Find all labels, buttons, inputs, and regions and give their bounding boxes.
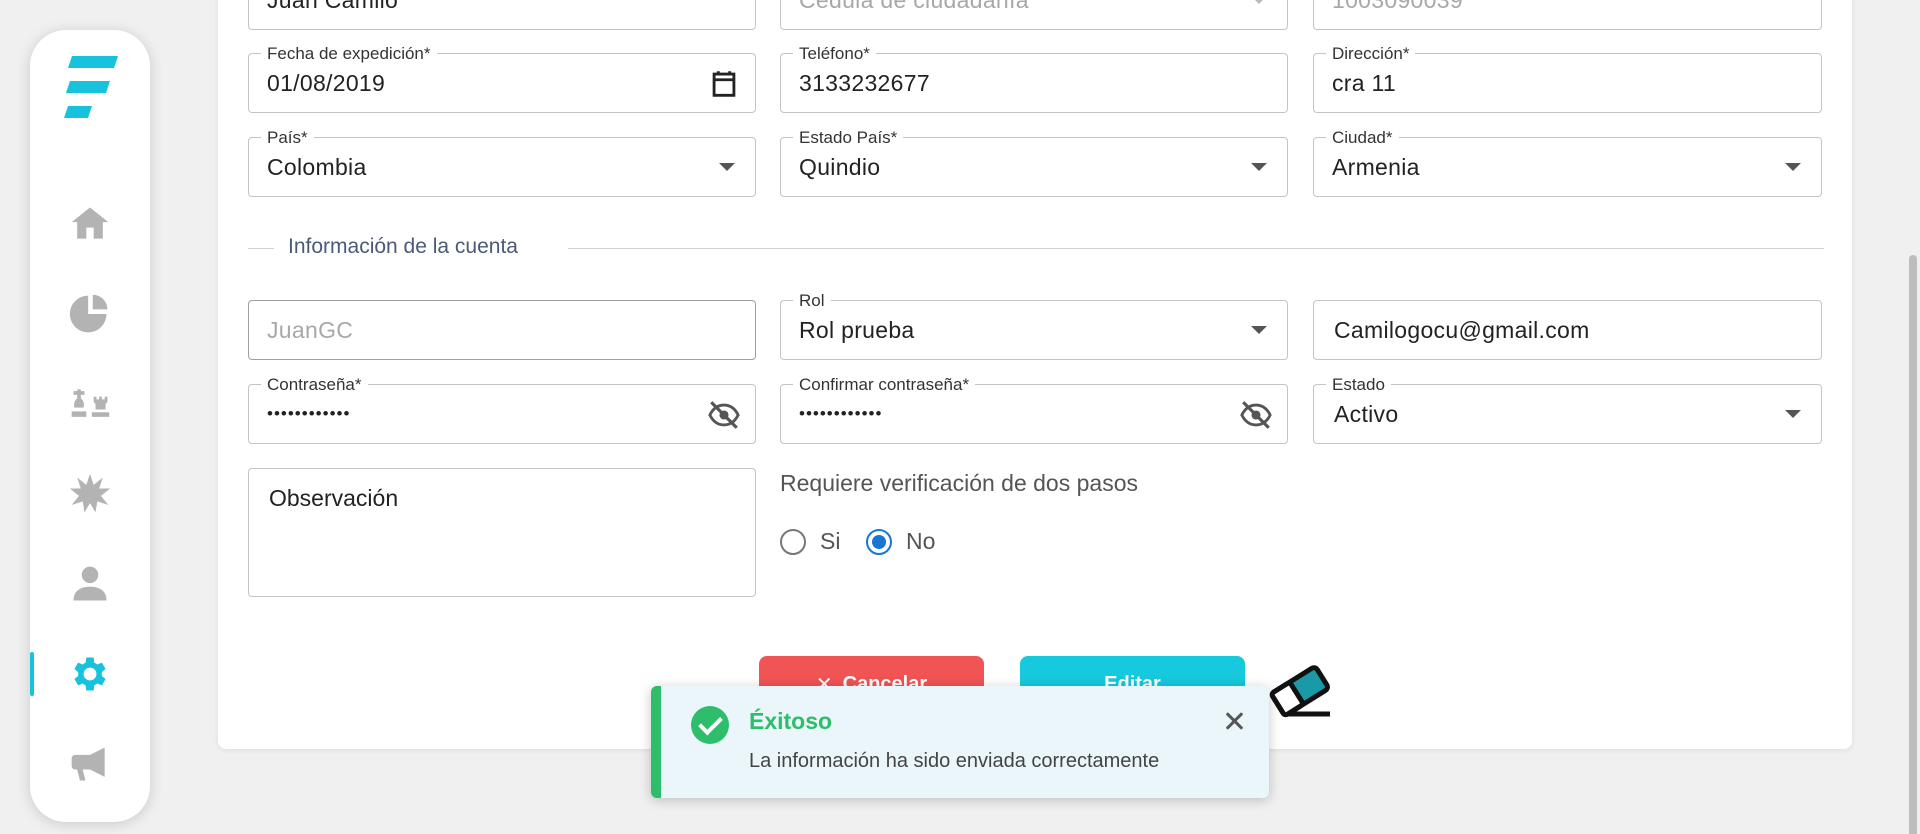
divider [568, 248, 1824, 249]
chevron-down-icon [717, 138, 737, 196]
sidebar-item-games[interactable] [30, 374, 150, 434]
name-value: Juan Camilo [267, 0, 399, 13]
success-toast: Éxitoso La información ha sido enviada c… [651, 686, 1269, 798]
confirm-password-field[interactable]: Confirmar contraseña* •••••••••••• [780, 375, 1288, 444]
sidebar-item-announcements[interactable] [30, 734, 150, 794]
fecha-expedicion-value: 01/08/2019 [267, 70, 386, 96]
direccion-value: cra 11 [1332, 70, 1397, 96]
starburst-icon [69, 473, 111, 513]
eye-off-icon[interactable] [1239, 398, 1273, 432]
observacion-textarea[interactable]: Observación [248, 468, 756, 597]
eye-off-icon[interactable] [707, 398, 741, 432]
rol-value: Rol prueba [799, 317, 915, 343]
eraser-icon[interactable] [1266, 664, 1334, 718]
estado-value: Activo [1334, 401, 1399, 427]
sidebar-item-users[interactable] [30, 554, 150, 614]
estado-select[interactable]: Estado Activo [1313, 375, 1822, 444]
radio-si-label: Si [820, 528, 841, 554]
sidebar-item-home[interactable] [30, 194, 150, 254]
logo-icon [64, 56, 118, 118]
radio-circle [780, 528, 806, 555]
ciudad-select[interactable]: Ciudad* Armenia [1313, 128, 1822, 197]
sidebar-item-promotions[interactable] [30, 464, 150, 524]
chevron-down-icon [1783, 385, 1803, 443]
close-icon[interactable] [1221, 708, 1247, 734]
telefono-field[interactable]: Teléfono* 3133232677 [780, 44, 1288, 113]
usuario-field[interactable]: JuanGC [248, 300, 756, 360]
scrollbar-thumb[interactable] [1909, 255, 1917, 834]
megaphone-icon [71, 747, 105, 781]
confirm-password-value: •••••••••••• [799, 404, 883, 423]
doc-number-field[interactable]: 1003090039 [1313, 0, 1822, 30]
doc-type-select[interactable]: Cédula de ciudadanía [780, 0, 1288, 30]
password-field[interactable]: Contraseña* •••••••••••• [248, 375, 756, 444]
toast-message: La información ha sido enviada correctam… [749, 750, 1160, 772]
estado-pais-value: Quindio [799, 154, 881, 180]
calendar-icon[interactable] [707, 67, 741, 101]
ciudad-value: Armenia [1332, 154, 1420, 180]
telefono-value: 3133232677 [799, 70, 930, 96]
two-step-question: Requiere verificación de dos pasos [780, 470, 1138, 496]
person-icon [73, 566, 107, 601]
sidebar [30, 30, 150, 822]
usuario-value: JuanGC [267, 317, 354, 343]
section-account-info: Información de la cuenta [248, 232, 1824, 262]
pais-select[interactable]: País* Colombia [248, 128, 756, 197]
home-icon [71, 207, 109, 239]
radio-no[interactable]: No [866, 528, 935, 555]
section-title: Información de la cuenta [288, 235, 518, 258]
pie-chart-icon [69, 294, 108, 333]
fecha-expedicion-field[interactable]: Fecha de expedición* 01/08/2019 [248, 44, 756, 113]
sidebar-item-dashboard[interactable] [30, 284, 150, 344]
doc-type-value: Cédula de ciudadanía [799, 0, 1029, 13]
pais-value: Colombia [267, 154, 367, 180]
chess-icon [71, 389, 110, 417]
email-value: Camilogocu@gmail.com [1334, 317, 1590, 343]
estado-pais-select[interactable]: Estado País* Quindio [780, 128, 1288, 197]
divider [248, 248, 274, 249]
radio-si[interactable]: Si [780, 528, 840, 555]
password-value: •••••••••••• [267, 404, 351, 423]
gear-icon [74, 657, 106, 691]
chevron-down-icon [1249, 138, 1269, 196]
chevron-down-icon [1783, 138, 1803, 196]
check-circle-icon [691, 706, 729, 744]
radio-circle-selected [866, 528, 892, 555]
radio-no-label: No [906, 528, 936, 554]
direccion-field[interactable]: Dirección* cra 11 [1313, 44, 1822, 113]
rol-select[interactable]: Rol Rol prueba [780, 291, 1288, 360]
scrollbar[interactable] [1904, 0, 1920, 834]
chevron-down-icon [1249, 301, 1269, 359]
name-field[interactable]: Juan Camilo [248, 0, 756, 30]
doc-number-value: 1003090039 [1332, 0, 1463, 13]
chevron-down-icon [1249, 0, 1269, 29]
email-field[interactable]: Camilogocu@gmail.com [1313, 300, 1822, 360]
sidebar-item-settings[interactable] [30, 644, 150, 704]
toast-title: Éxitoso [749, 708, 833, 734]
